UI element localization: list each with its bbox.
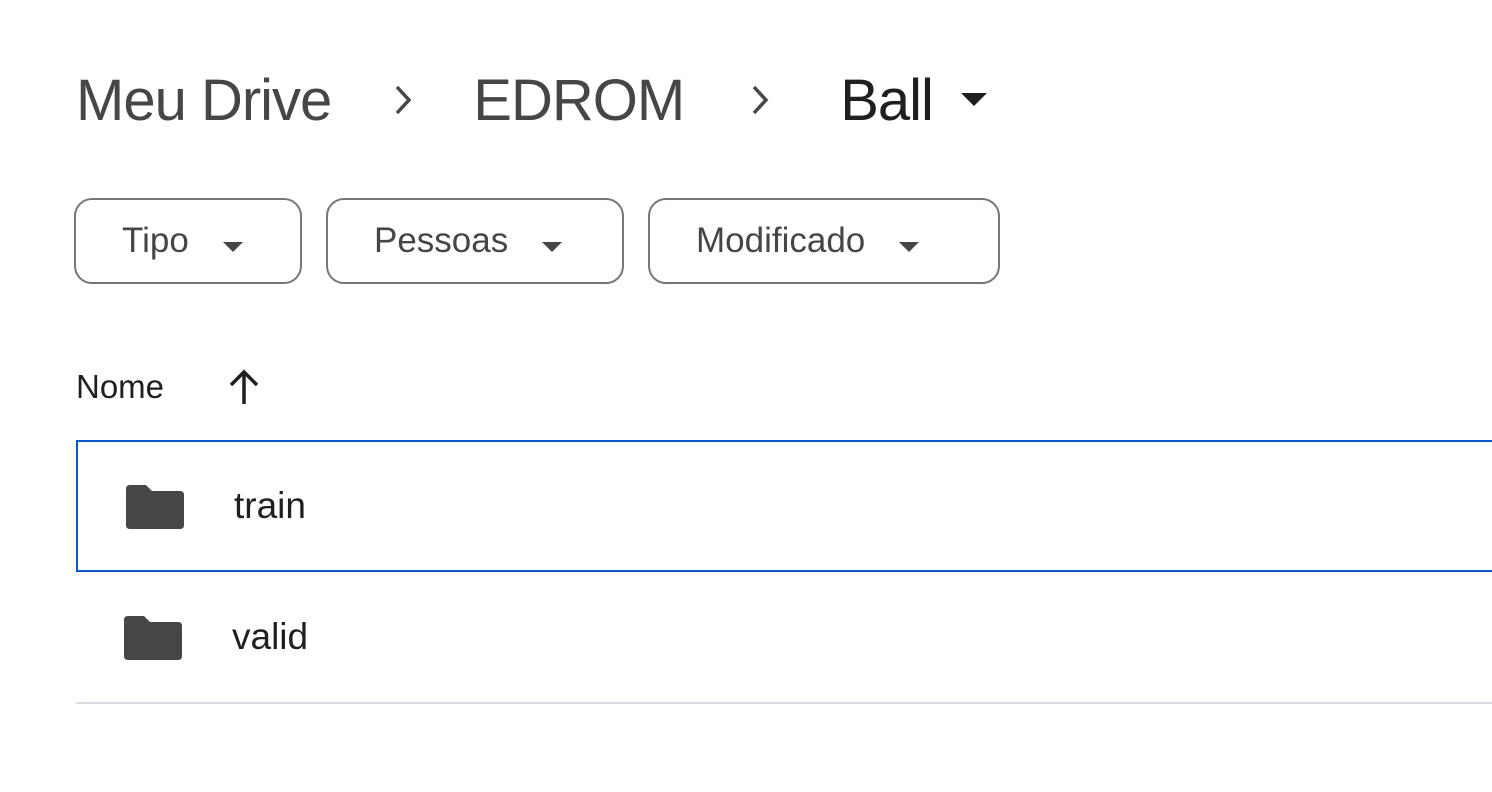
folder-icon: [126, 483, 184, 529]
filter-people-chip[interactable]: Pessoas: [326, 198, 624, 284]
caret-down-icon: [542, 221, 563, 261]
column-header-name[interactable]: Nome: [76, 368, 164, 406]
filter-people-label: Pessoas: [374, 221, 509, 260]
filter-modified-chip[interactable]: Modificado: [648, 198, 1000, 284]
breadcrumb: Meu Drive EDROM Ball: [76, 62, 987, 138]
arrow-up-icon[interactable]: [226, 368, 262, 406]
chevron-right-icon: [393, 83, 415, 117]
caret-down-icon: [960, 93, 987, 107]
breadcrumb-edrom[interactable]: EDROM: [473, 67, 685, 134]
caret-down-icon: [222, 221, 243, 261]
list-item-name: valid: [232, 616, 309, 657]
folder-icon: [124, 614, 182, 660]
filter-chips: Tipo Pessoas Modificado: [74, 198, 1000, 284]
list-item-name: train: [234, 485, 306, 526]
chevron-right-icon: [750, 83, 772, 117]
list-header: Nome: [76, 362, 262, 412]
caret-down-icon: [899, 221, 920, 261]
filter-modified-label: Modificado: [696, 221, 866, 260]
file-list: train valid: [76, 440, 1492, 704]
list-item[interactable]: train: [76, 440, 1492, 572]
filter-type-label: Tipo: [122, 221, 189, 260]
breadcrumb-current-label: Ball: [840, 67, 934, 133]
breadcrumb-meu-drive[interactable]: Meu Drive: [76, 67, 332, 134]
list-item[interactable]: valid: [76, 572, 1492, 704]
breadcrumb-current-folder-menu[interactable]: Ball: [840, 67, 987, 134]
filter-type-chip[interactable]: Tipo: [74, 198, 302, 284]
